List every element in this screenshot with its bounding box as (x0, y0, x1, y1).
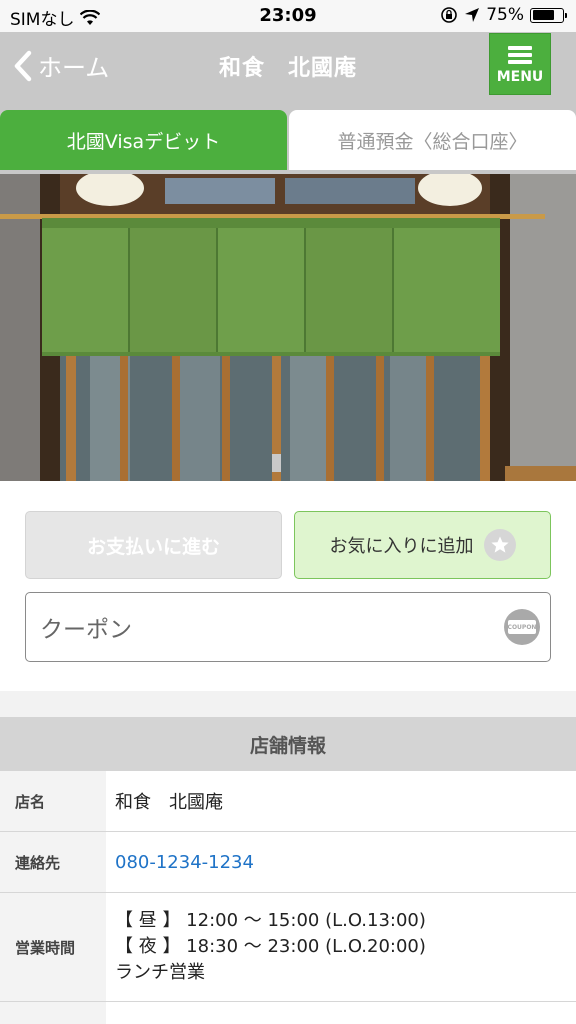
shop-photo-illustration (0, 174, 576, 481)
coupon-icon[interactable]: COUPON (504, 609, 540, 645)
info-row-shop-name: 店名 和食 北國庵 (0, 771, 576, 832)
info-label: 連絡先 (0, 832, 106, 892)
hours-dinner: 【 夜 】 18:30 〜 23:00 (L.O.20:00) (115, 936, 426, 957)
tab-visa-debit[interactable]: 北國Visaデビット (0, 110, 287, 170)
tab-savings-account[interactable]: 普通預金〈総合口座〉 (289, 110, 576, 170)
menu-button[interactable]: MENU (489, 33, 551, 95)
account-tabs: 北國Visaデビット 普通預金〈総合口座〉 (0, 100, 576, 274)
add-to-favorites-button[interactable]: お気に入りに追加 (294, 511, 551, 579)
coupon-field[interactable]: クーポン COUPON (25, 592, 551, 662)
info-label: 営業時間 (0, 893, 106, 1001)
info-row-contact: 連絡先 080-1234-1234 (0, 832, 576, 893)
shop-info-table: 店名 和食 北國庵 連絡先 080-1234-1234 営業時間 【 昼 】 1… (0, 771, 576, 1024)
shop-photo (0, 174, 576, 481)
location-icon (465, 8, 480, 22)
orientation-lock-icon (441, 7, 458, 23)
coupon-placeholder: クーポン (40, 617, 132, 643)
menu-label: MENU (496, 69, 544, 85)
status-right: 75% (440, 5, 567, 25)
status-bar: SIMなし 23:09 75% (0, 0, 576, 32)
hours-lunch: 【 昼 】 12:00 〜 15:00 (L.O.13:00) (115, 910, 426, 931)
phone-link[interactable]: 080-1234-1234 (106, 832, 576, 892)
info-value (106, 1002, 576, 1024)
proceed-to-payment-button[interactable]: お支払いに進む (25, 511, 282, 579)
favorite-label: お気に入りに追加 (329, 536, 474, 557)
actions-panel: お支払いに進む お気に入りに追加 クーポン COUPON (0, 481, 576, 691)
shop-name-value: 和食 北國庵 (115, 792, 223, 813)
info-row-next (0, 1002, 576, 1024)
hamburger-icon (508, 43, 532, 67)
navigation-bar: ホーム 和食 北國庵 MENU (0, 32, 576, 100)
star-icon (483, 529, 516, 561)
hours-value: 【 昼 】 12:00 〜 15:00 (L.O.13:00) 【 夜 】 18… (106, 893, 576, 1001)
battery-icon (530, 7, 567, 23)
info-label (0, 1002, 106, 1024)
shop-info-header: 店舗情報 (0, 717, 576, 771)
hours-note: ランチ営業 (115, 962, 205, 983)
info-label: 店名 (0, 771, 106, 831)
info-row-hours: 営業時間 【 昼 】 12:00 〜 15:00 (L.O.13:00) 【 夜… (0, 893, 576, 1002)
coupon-icon-text: COUPON (508, 620, 536, 634)
battery-percent: 75% (486, 5, 524, 25)
